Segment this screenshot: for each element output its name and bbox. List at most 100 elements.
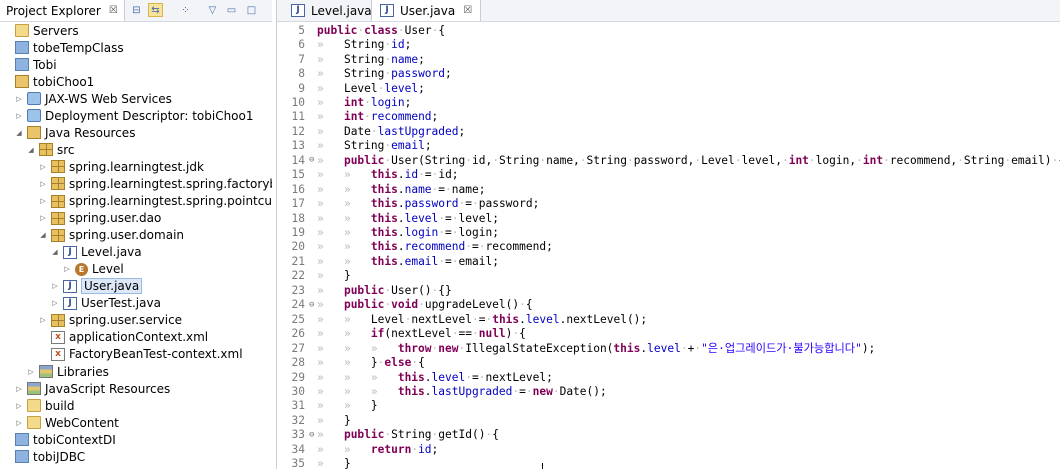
code-line[interactable]: 13 » String · email;	[277, 139, 432, 153]
collapsed-arrow-icon[interactable]: ▷	[14, 402, 24, 410]
minimize-icon[interactable]: ▭	[224, 3, 239, 17]
collapsed-arrow-icon[interactable]: ▷	[38, 316, 48, 324]
link-with-editor-icon[interactable]: ⇆	[148, 3, 163, 17]
code-token: ·	[471, 197, 479, 211]
code-line[interactable]: 16» » this. name · = · name;	[277, 182, 486, 196]
collapsed-arrow-icon[interactable]: ▷	[38, 214, 48, 222]
tree-item[interactable]: ▷ WebContent	[14, 414, 119, 431]
collapsed-arrow-icon[interactable]: ▷	[50, 282, 60, 290]
code-line[interactable]: 25» » Level · nextLevel · = · this. level .nextL…	[277, 312, 648, 326]
code-token: ·	[411, 442, 419, 456]
tree-item[interactable]: ▷ Libraries	[26, 363, 109, 380]
code-line[interactable]: 21» » this. email · = · email;	[277, 254, 499, 268]
code-line[interactable]: 12 » Date · lastUpgraded;	[277, 124, 466, 138]
close-icon[interactable]: ☒	[463, 5, 472, 16]
code-token: ;	[431, 110, 439, 124]
tree-item[interactable]: ▷ spring.learningtest.jdk	[38, 158, 204, 175]
code-token: ·	[357, 23, 365, 37]
code-line[interactable]: 8 » String · password;	[277, 66, 452, 80]
tree-item[interactable]: tobiContextDI	[2, 431, 116, 448]
tree-item[interactable]: x applicationContext.xml	[38, 329, 208, 346]
code-line[interactable]: 29» » » this. level · = · nextLevel;	[277, 370, 553, 384]
fold-toggle-icon[interactable]: ⊖	[309, 155, 317, 165]
collapsed-arrow-icon[interactable]: ▷	[26, 368, 36, 376]
tree-item[interactable]: tobiChoo1	[2, 73, 94, 90]
tree-item[interactable]: ▷ J UserTest.java	[50, 295, 161, 312]
collapsed-arrow-icon[interactable]: ▷	[38, 163, 48, 171]
code-line[interactable]: 33 ⊖» public · String · getId() ·{	[277, 428, 499, 442]
tree-item[interactable]: x FactoryBeanTest-context.xml	[38, 346, 243, 363]
tree-item[interactable]: ▷ JavaScript Resources	[14, 380, 170, 397]
code-line[interactable]: 14 ⊖» public · User(String · id, · String · name,…	[277, 153, 1060, 167]
fold-toggle-icon[interactable]: ⊖	[309, 300, 317, 310]
collapse-all-icon[interactable]: ⊟	[129, 3, 144, 17]
expanded-arrow-icon[interactable]: ◢	[38, 231, 48, 239]
collapsed-arrow-icon[interactable]: ▷	[62, 265, 72, 273]
code-line[interactable]: 19» » this. login · = · login;	[277, 225, 499, 239]
code-token: String	[586, 153, 627, 167]
tree-item[interactable]: ▷ build	[14, 397, 74, 414]
tree-item[interactable]: ▷ spring.user.dao	[38, 210, 161, 227]
code-line[interactable]: 27» » » throw · new · IllegalStateException(…	[277, 341, 876, 356]
expanded-arrow-icon[interactable]: ◢	[14, 129, 24, 137]
close-icon[interactable]: ☒	[109, 5, 118, 16]
code-line[interactable]: 11 » int · recommend;	[277, 110, 439, 124]
code-line[interactable]: 18» » this. level · = · level;	[277, 211, 499, 225]
collapsed-arrow-icon[interactable]: ▷	[14, 95, 24, 103]
code-line[interactable]: 7 » String · name;	[277, 52, 425, 66]
tab-project-explorer[interactable]: Project Explorer ☒	[0, 0, 125, 21]
tree-item[interactable]: ▷ Deployment Descriptor: tobiChoo1	[14, 107, 253, 124]
code-line[interactable]: 17» » this. password · = · password;	[277, 196, 540, 211]
tree-item[interactable]: ◢ Java Resources	[14, 124, 135, 141]
collapsed-arrow-icon[interactable]: ▷	[14, 419, 24, 427]
code-line[interactable]: 10 » int · login;	[277, 95, 412, 109]
tree-item[interactable]: ▷ J User.java	[50, 278, 143, 295]
tree-item[interactable]: ▷ spring.user.service	[38, 312, 182, 329]
collapsed-arrow-icon[interactable]: ▷	[38, 197, 48, 205]
tree-item[interactable]: tobeTempClass	[2, 39, 124, 56]
code-line[interactable]: 26» » if (nextLevel · == · null) ·{	[277, 326, 526, 340]
tab-user-java[interactable]: J User.java ☒	[371, 0, 482, 21]
code-token: String	[391, 428, 432, 442]
maximize-icon[interactable]: □	[244, 3, 259, 17]
code-line[interactable]: 6 » String · id;	[277, 37, 411, 51]
collapsed-arrow-icon[interactable]: ▷	[50, 299, 60, 307]
tree-item[interactable]: ◢ spring.user.domain	[38, 227, 184, 244]
code-line[interactable]: 5 public · class · User ·{	[277, 23, 445, 37]
tree-item[interactable]: Servers	[2, 22, 79, 39]
collapsed-arrow-icon[interactable]: ▷	[14, 112, 24, 120]
code-line[interactable]: 20» » this. recommend · = · recommend;	[277, 240, 553, 254]
tree-item[interactable]: Tobi	[2, 56, 57, 73]
code-token: lastUpgraded	[431, 384, 513, 398]
expanded-arrow-icon[interactable]: ◢	[26, 146, 36, 154]
tree-item[interactable]: tobiJDBC	[2, 448, 85, 465]
code-line[interactable]: 32 » }	[277, 413, 351, 427]
tree-item-label: src	[57, 142, 75, 157]
tree-item[interactable]: ◢ J Level.java	[50, 244, 141, 261]
tree-item[interactable]: ▷ spring.learningtest.spring.factorybean	[38, 175, 272, 192]
code-line[interactable]: 28» » } · else ·{	[277, 355, 425, 369]
code-line[interactable]: 34 » » return · id;	[277, 442, 439, 456]
tree-item[interactable]: ◢ src	[26, 141, 75, 158]
code-line[interactable]: 24 ⊖» public · void · upgradeLevel() ·{	[277, 298, 533, 312]
collapsed-arrow-icon[interactable]: ▷	[38, 180, 48, 188]
code-line[interactable]: 23» public · User() ·{}	[277, 283, 452, 297]
line-number: 19	[291, 226, 305, 240]
code-line[interactable]: 15» » this. id · = · id;	[277, 168, 459, 182]
tab-level-java[interactable]: J Level.java	[283, 0, 380, 21]
filters-icon[interactable]: ⁘	[178, 3, 193, 17]
fold-toggle-icon[interactable]: ⊖	[309, 430, 317, 440]
code-token: =	[519, 384, 526, 398]
code-line[interactable]: 31 » » }	[277, 399, 378, 413]
collapsed-arrow-icon[interactable]: ▷	[14, 385, 24, 393]
code-line[interactable]: 9 » Level · level;	[277, 81, 425, 95]
code-token: id;	[438, 168, 459, 182]
expanded-arrow-icon[interactable]: ◢	[50, 248, 60, 256]
code-line[interactable]: 30» » » this. lastUpgraded · = · new · Date();	[277, 384, 607, 398]
view-menu-icon[interactable]: ▽	[205, 3, 220, 17]
code-token: name;	[451, 182, 486, 196]
tree-item[interactable]: ▷ JAX-WS Web Services	[14, 90, 172, 107]
tree-item[interactable]: ▷ E Level	[62, 261, 123, 278]
tree-item[interactable]: ▷ spring.learningtest.spring.pointcut	[38, 193, 272, 210]
code-line[interactable]: 22 » }	[277, 269, 351, 283]
